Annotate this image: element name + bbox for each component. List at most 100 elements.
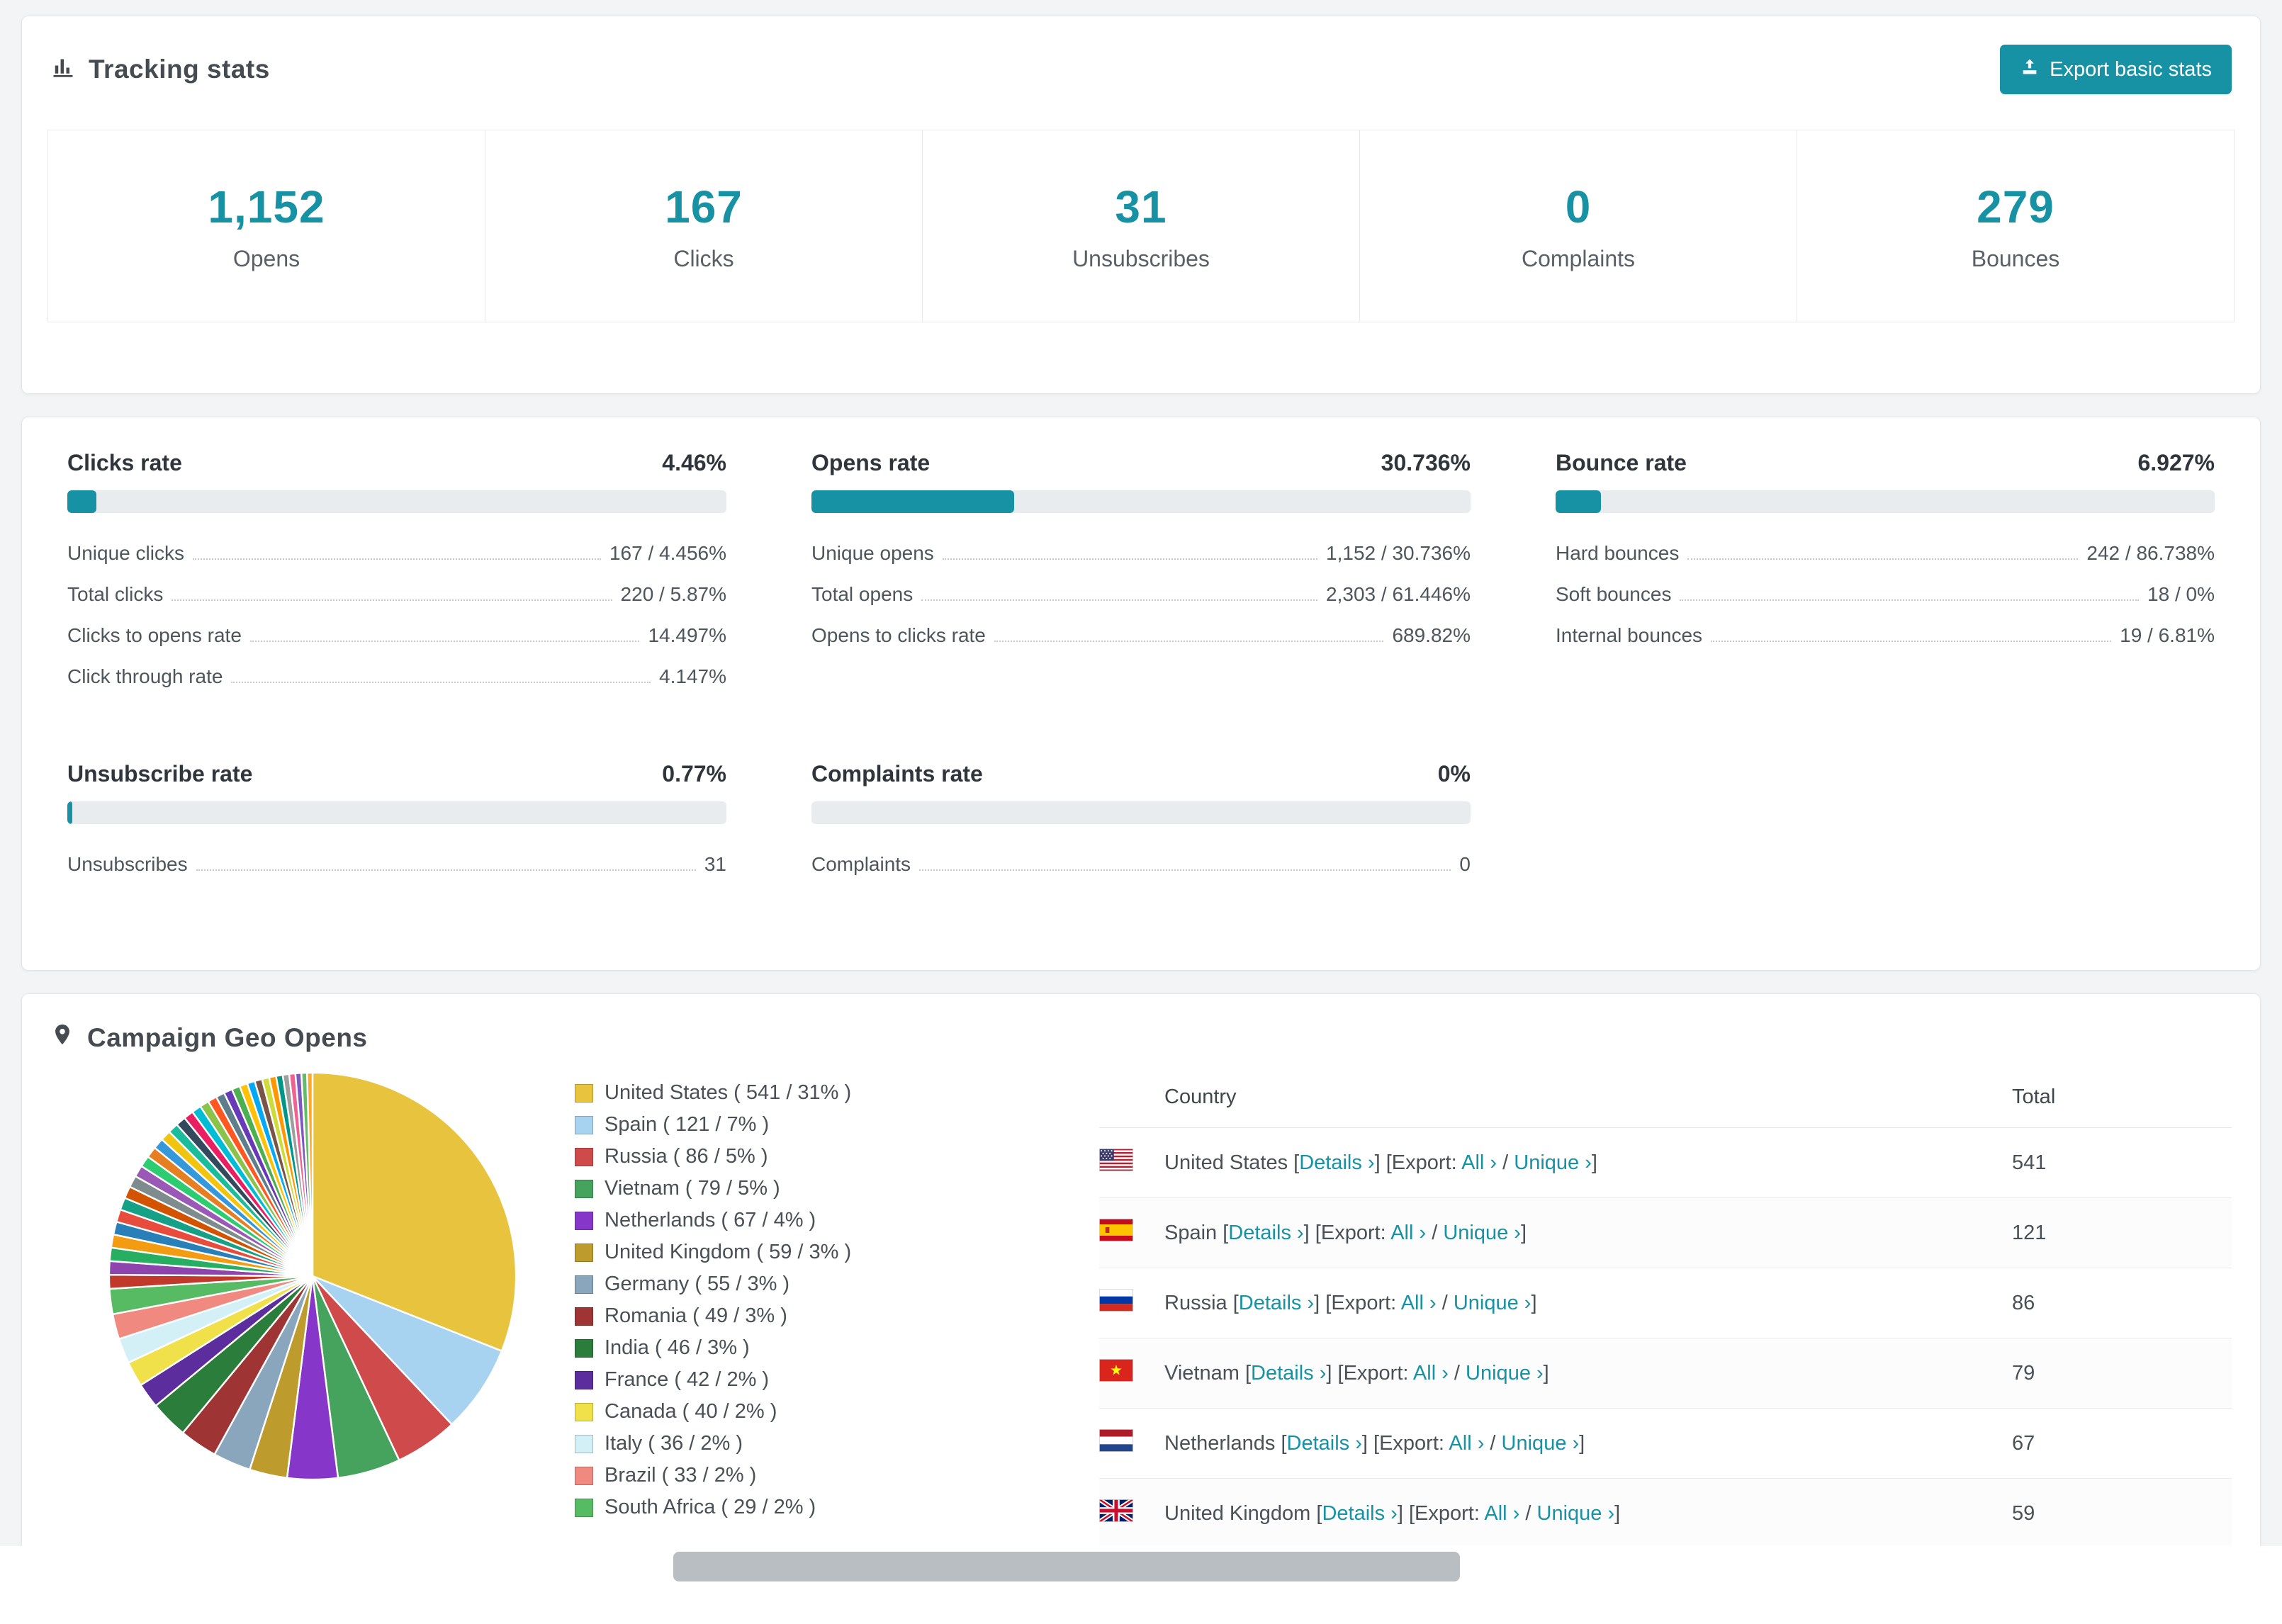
legend-swatch [575, 1466, 593, 1485]
rate-head: Opens rate 30.736% [811, 450, 1471, 476]
country-total: 541 [2012, 1127, 2232, 1198]
rate-detail-label: Unique opens [811, 542, 934, 564]
flag-cell [1099, 1268, 1164, 1338]
details-link[interactable]: Details › [1251, 1362, 1326, 1385]
horizontal-scrollbar[interactable] [0, 1546, 2282, 1624]
legend-label: United Kingdom ( 59 / 3% ) [605, 1241, 852, 1263]
dotted-leader [942, 558, 1318, 560]
stat-box-clicks: 167 Clicks [485, 130, 923, 322]
legend-label: Brazil ( 33 / 2% ) [605, 1464, 757, 1487]
export-all-link[interactable]: All › [1413, 1362, 1449, 1385]
rate-detail-row: Unsubscribes 31 [67, 844, 726, 885]
rate-detail-label: Unique clicks [67, 542, 184, 564]
export-unique-link[interactable]: Unique › [1466, 1362, 1544, 1385]
stat-value: 279 [1977, 181, 2055, 232]
stat-box-opens: 1,152 Opens [47, 130, 485, 322]
country-name: United States [1164, 1151, 1288, 1174]
rate-detail-row: Complaints 0 [811, 844, 1471, 885]
legend-swatch [575, 1179, 593, 1198]
rate-detail-value: 2,303 / 61.446% [1326, 583, 1471, 605]
country-name: Russia [1164, 1291, 1227, 1314]
export-unique-link[interactable]: Unique › [1443, 1222, 1521, 1244]
legend-item[interactable]: Brazil ( 33 / 2% ) [575, 1460, 1071, 1492]
stat-label: Opens [232, 245, 300, 271]
geo-opens-title: Campaign Geo Opens [50, 1022, 2232, 1053]
dotted-leader [994, 641, 1384, 642]
details-link[interactable]: Details › [1287, 1432, 1362, 1455]
tracking-stats-header: Tracking stats Export basic stats [22, 16, 2260, 130]
stat-value: 31 [1115, 181, 1167, 232]
legend-item[interactable]: United Kingdom ( 59 / 3% ) [575, 1236, 1071, 1268]
rate-head: Clicks rate 4.46% [67, 450, 726, 476]
rate-detail-value: 31 [704, 853, 726, 875]
export-basic-stats-button[interactable]: Export basic stats [2000, 45, 2232, 94]
legend-item[interactable]: India ( 46 / 3% ) [575, 1332, 1071, 1364]
dotted-leader [249, 641, 640, 642]
progress-fill [67, 490, 97, 513]
rate-detail-label: Total clicks [67, 583, 164, 605]
geo-opens-panel: Campaign Geo Opens United States ( 541 /… [21, 993, 2261, 1624]
geo-table-row: United States [Details ›] [Export: All ›… [1099, 1127, 2232, 1198]
details-link[interactable]: Details › [1228, 1222, 1303, 1244]
legend-label: India ( 46 / 3% ) [605, 1336, 750, 1359]
rate-card: Bounce rate 6.927% Hard bounces 242 / 86.73… [1556, 450, 2215, 697]
geo-opens-header: Campaign Geo Opens [22, 994, 2260, 1063]
rate-title: Opens rate [811, 450, 931, 475]
flag-gb-icon [1099, 1499, 1133, 1522]
export-unique-link[interactable]: Unique › [1454, 1292, 1531, 1314]
tracking-stats-title: Tracking stats [50, 54, 270, 86]
geo-pie-legend: United States ( 541 / 31% ) Spain ( 121 /… [575, 1067, 1071, 1523]
bracket: [ [1281, 1431, 1287, 1455]
legend-label: Netherlands ( 67 / 4% ) [605, 1209, 816, 1231]
legend-item[interactable]: Spain ( 121 / 7% ) [575, 1109, 1071, 1141]
legend-item[interactable]: Netherlands ( 67 / 4% ) [575, 1205, 1071, 1236]
export-all-link[interactable]: All › [1461, 1151, 1497, 1174]
legend-swatch [575, 1211, 593, 1230]
legend-item[interactable]: United States ( 541 / 31% ) [575, 1077, 1071, 1109]
flag-cell [1099, 1408, 1164, 1479]
legend-item[interactable]: France ( 42 / 2% ) [575, 1364, 1071, 1396]
legend-item[interactable]: South Africa ( 29 / 2% ) [575, 1492, 1071, 1523]
geo-opens-title-text: Campaign Geo Opens [87, 1022, 368, 1052]
rate-detail-row: Total opens 2,303 / 61.446% [811, 574, 1471, 615]
rate-detail-label: Hard bounces [1556, 542, 1680, 564]
export-all-link[interactable]: All › [1484, 1502, 1519, 1525]
export-unique-link[interactable]: Unique › [1537, 1502, 1615, 1525]
export-all-link[interactable]: All › [1401, 1292, 1437, 1314]
scrollbar-thumb[interactable] [673, 1552, 1460, 1581]
rate-detail-label: Unsubscribes [67, 853, 188, 875]
country-cell: Russia [Details ›] [Export: All › / Uniq… [1164, 1268, 2012, 1338]
legend-label: Romania ( 49 / 3% ) [605, 1304, 787, 1327]
rate-card: Opens rate 30.736% Unique opens 1,152 / 30.… [811, 450, 1471, 697]
legend-item[interactable]: Canada ( 40 / 2% ) [575, 1396, 1071, 1428]
stat-value: 0 [1565, 181, 1592, 232]
export-all-link[interactable]: All › [1390, 1222, 1426, 1244]
details-link[interactable]: Details › [1322, 1502, 1397, 1525]
legend-item[interactable]: Vietnam ( 79 / 5% ) [575, 1173, 1071, 1205]
stats-row: 1,152 Opens 167 Clicks 31 Unsubscribes 0 Compla… [47, 130, 2235, 322]
map-pin-icon [50, 1022, 74, 1053]
country-total: 86 [2012, 1268, 2232, 1338]
stat-value: 1,152 [208, 181, 325, 232]
legend-item[interactable]: Germany ( 55 / 3% ) [575, 1268, 1071, 1300]
progress-bar [1556, 490, 2215, 513]
legend-swatch [575, 1147, 593, 1166]
geo-table-row: Russia [Details ›] [Export: All › / Uniq… [1099, 1268, 2232, 1338]
geo-table-header-total: Total [2012, 1067, 2232, 1128]
details-link[interactable]: Details › [1239, 1292, 1314, 1314]
bracket: [ [1232, 1291, 1239, 1314]
rate-detail-value: 0 [1459, 853, 1471, 875]
dotted-leader [1687, 558, 2079, 560]
legend-item[interactable]: Italy ( 36 / 2% ) [575, 1428, 1071, 1460]
export-unique-link[interactable]: Unique › [1514, 1151, 1592, 1174]
stat-label: Complaints [1521, 245, 1636, 271]
details-link[interactable]: Details › [1299, 1151, 1374, 1174]
export-unique-link[interactable]: Unique › [1502, 1432, 1580, 1455]
page: Tracking stats Export basic stats 1,152 O… [0, 0, 2282, 1624]
rate-detail-value: 1,152 / 30.736% [1326, 542, 1471, 564]
export-all-link[interactable]: All › [1449, 1432, 1484, 1455]
rate-detail-label: Opens to clicks rate [811, 624, 986, 646]
progress-fill [1556, 490, 1602, 513]
legend-item[interactable]: Russia ( 86 / 5% ) [575, 1141, 1071, 1173]
legend-item[interactable]: Romania ( 49 / 3% ) [575, 1300, 1071, 1332]
